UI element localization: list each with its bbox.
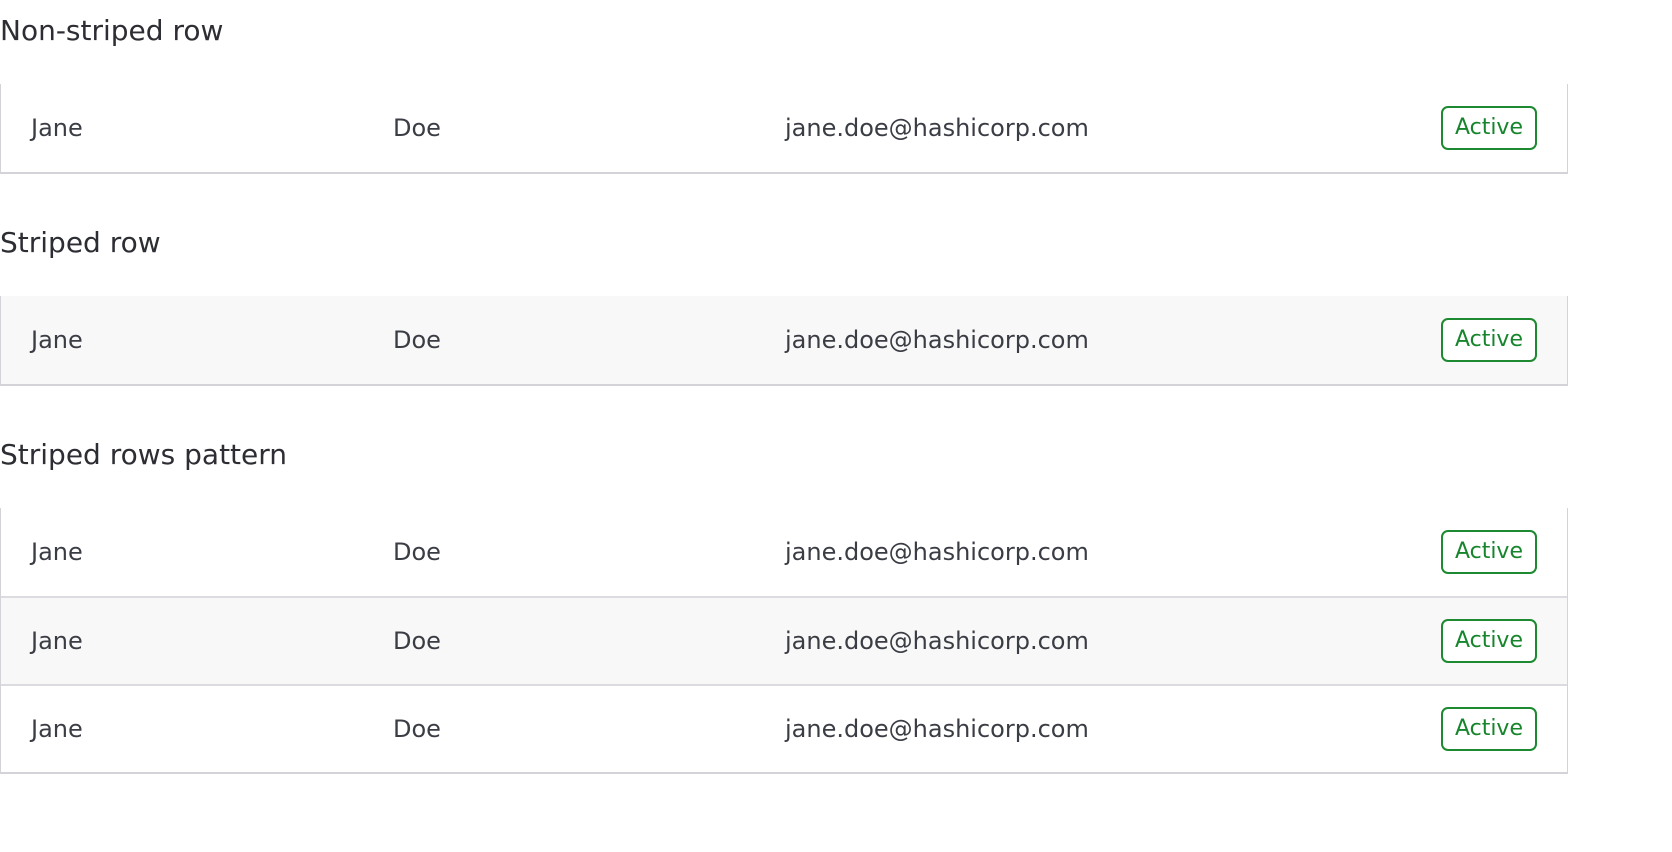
email-cell: jane.doe@hashicorp.com (785, 715, 1089, 743)
first-name-cell: Jane (31, 715, 83, 743)
last-name-cell: Doe (393, 627, 441, 655)
status-badge: Active (1440, 318, 1537, 362)
table-row: Jane Doe jane.doe@hashicorp.com Active (1, 596, 1567, 684)
last-name-cell: Doe (393, 538, 441, 566)
table-row: Jane Doe jane.doe@hashicorp.com Active (1, 84, 1567, 172)
last-name-cell: Doe (393, 326, 441, 354)
status-badge: Active (1440, 707, 1537, 751)
status-badge: Active (1440, 619, 1537, 663)
email-cell: jane.doe@hashicorp.com (785, 538, 1089, 566)
table-row: Jane Doe jane.doe@hashicorp.com Active (1, 296, 1567, 384)
status-badge: Active (1440, 106, 1537, 150)
last-name-cell: Doe (393, 114, 441, 142)
section-title: Striped row (0, 226, 161, 259)
table-row: Jane Doe jane.doe@hashicorp.com Active (1, 508, 1567, 596)
section-striped: Striped row Jane Doe jane.doe@hashicorp.… (0, 212, 1568, 386)
email-cell: jane.doe@hashicorp.com (785, 114, 1089, 142)
status-cell: Active (1440, 106, 1567, 150)
section-non-striped: Non-striped row Jane Doe jane.doe@hashic… (0, 0, 1568, 174)
status-cell: Active (1440, 530, 1567, 574)
page: Non-striped row Jane Doe jane.doe@hashic… (0, 0, 1568, 774)
status-cell: Active (1440, 619, 1567, 663)
table: Jane Doe jane.doe@hashicorp.com Active J… (0, 508, 1568, 774)
section-title: Non-striped row (0, 14, 224, 47)
status-cell: Active (1440, 707, 1567, 751)
first-name-cell: Jane (31, 538, 83, 566)
email-cell: jane.doe@hashicorp.com (785, 627, 1089, 655)
section-striped-pattern: Striped rows pattern Jane Doe jane.doe@h… (0, 424, 1568, 774)
email-cell: jane.doe@hashicorp.com (785, 326, 1089, 354)
first-name-cell: Jane (31, 326, 83, 354)
table-row: Jane Doe jane.doe@hashicorp.com Active (1, 684, 1567, 772)
section-title: Striped rows pattern (0, 438, 288, 471)
status-cell: Active (1440, 318, 1567, 362)
first-name-cell: Jane (31, 114, 83, 142)
table: Jane Doe jane.doe@hashicorp.com Active (0, 84, 1568, 174)
last-name-cell: Doe (393, 715, 441, 743)
table: Jane Doe jane.doe@hashicorp.com Active (0, 296, 1568, 386)
status-badge: Active (1440, 530, 1537, 574)
first-name-cell: Jane (31, 627, 83, 655)
